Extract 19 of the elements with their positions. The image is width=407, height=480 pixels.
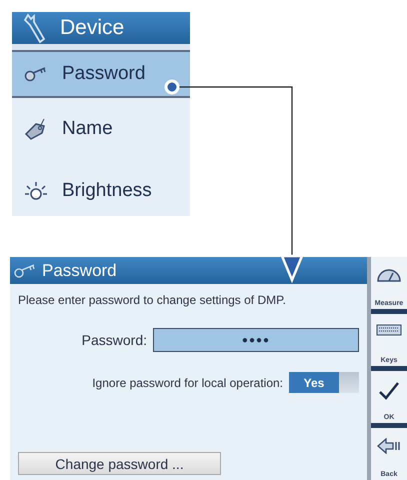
- menu-item[interactable]: Name: [12, 98, 190, 160]
- change-password-button[interactable]: Change password ...: [18, 452, 221, 475]
- gauge-icon: [376, 267, 402, 283]
- menu-item[interactable]: Brightness: [12, 160, 190, 216]
- menu-item[interactable]: Password: [12, 50, 190, 98]
- menu-title: Device: [60, 16, 124, 40]
- ignore-password-label: Ignore password for local operation:: [92, 376, 283, 390]
- toggle-switch[interactable]: Yes: [289, 372, 359, 393]
- dialog-title: Password: [42, 260, 117, 280]
- checkmark-icon: [378, 381, 400, 401]
- back-arrow-icon: [377, 438, 401, 454]
- tag-icon: [24, 118, 48, 140]
- key-icon: [14, 264, 36, 278]
- password-field[interactable]: ●●●●: [153, 328, 359, 352]
- password-label: Password:: [82, 332, 147, 348]
- sun-icon: [24, 180, 48, 202]
- key-icon: [24, 66, 48, 82]
- keyboard-icon: [376, 324, 402, 336]
- instruction-text: Please enter password to change settings of DMP.: [18, 293, 287, 307]
